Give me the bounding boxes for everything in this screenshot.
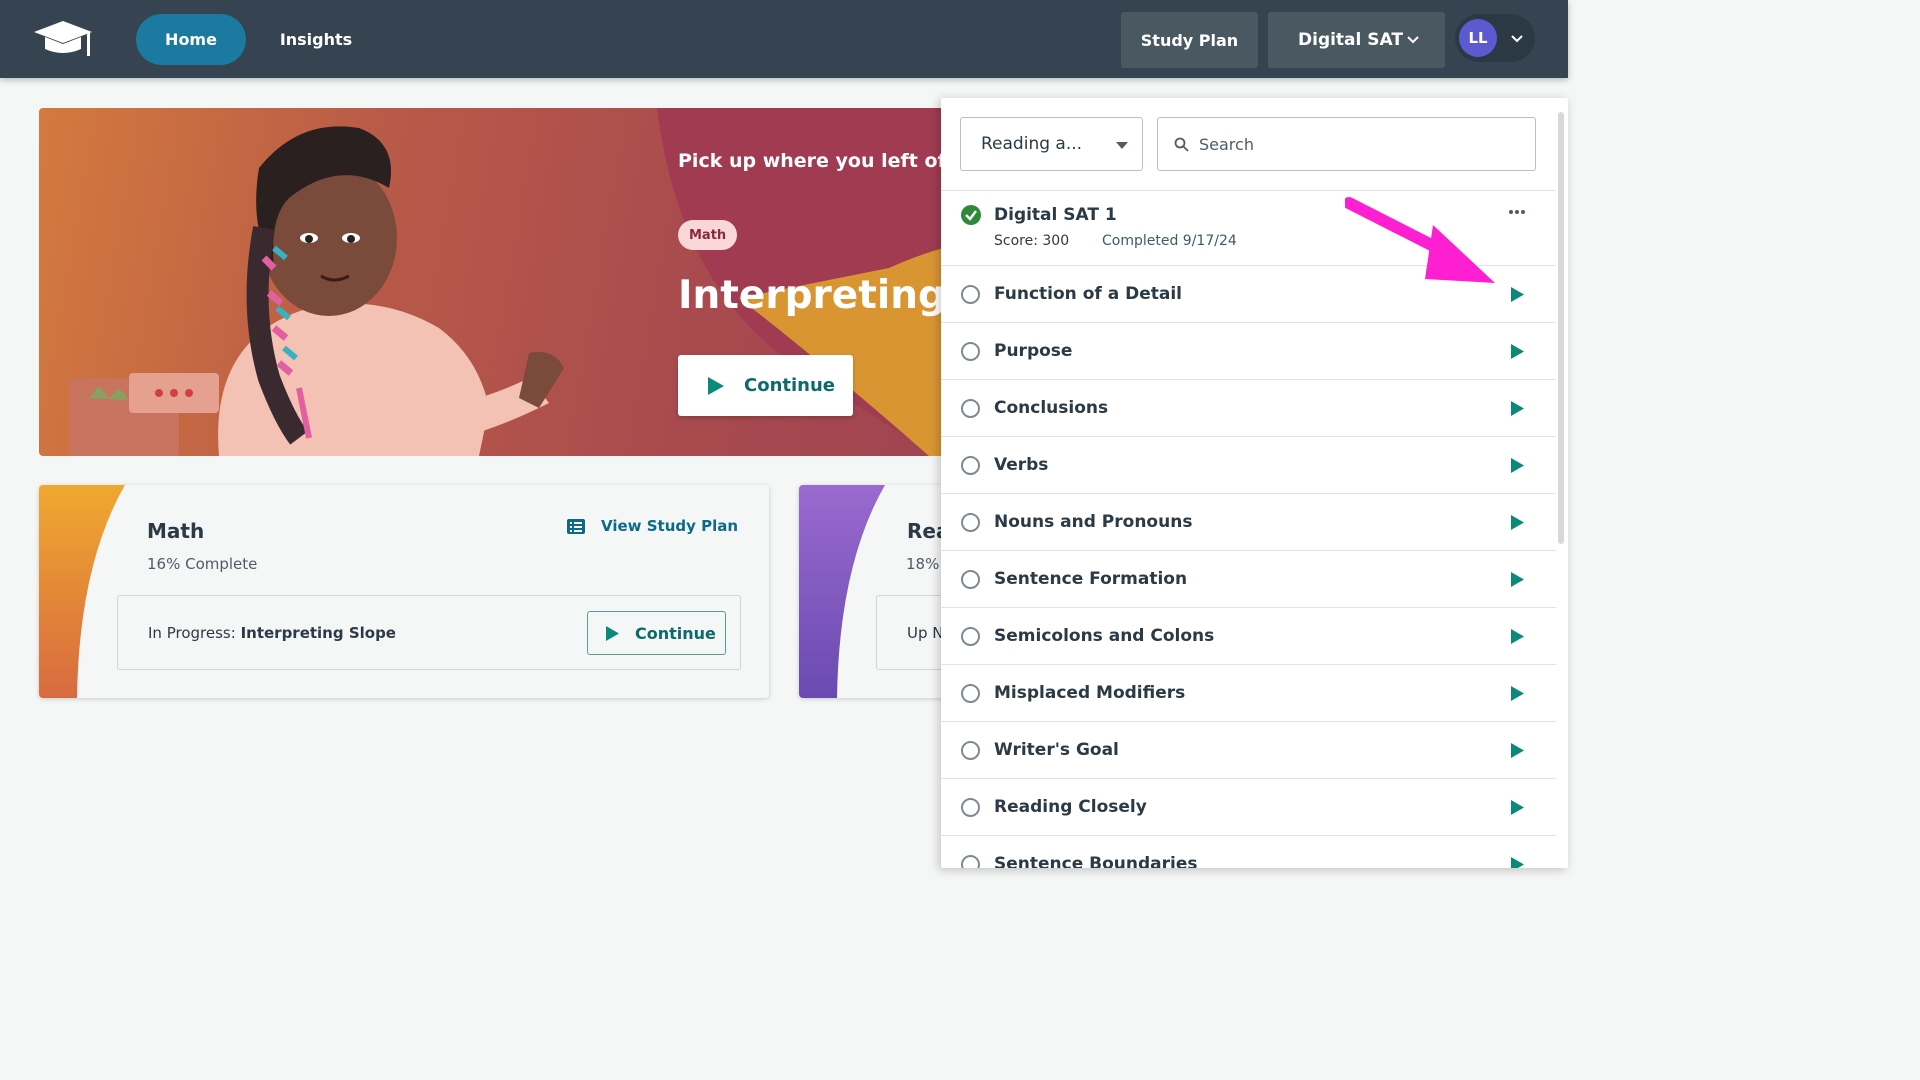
hero-continue-label: Continue xyxy=(744,375,836,396)
card-continue-label: Continue xyxy=(635,623,716,643)
play-icon[interactable] xyxy=(1511,514,1524,530)
chevron-down-icon xyxy=(1407,36,1419,44)
list-item-name: Purpose xyxy=(994,341,1073,361)
play-icon[interactable] xyxy=(1511,856,1524,869)
play-icon[interactable] xyxy=(1511,685,1524,701)
avatar: LL xyxy=(1459,19,1497,57)
list-item-name: Conclusions xyxy=(994,398,1109,418)
check-circle-icon xyxy=(961,205,981,225)
lesson-list: Digital SAT 1 Score: 300 Completed 9/17/… xyxy=(941,190,1556,868)
list-item[interactable]: Sentence Boundaries xyxy=(941,835,1556,868)
in-progress-text: In Progress: Interpreting Slope xyxy=(148,624,396,642)
more-options-icon[interactable] xyxy=(1507,209,1527,215)
empty-circle-icon xyxy=(961,455,980,475)
list-item-name: Misplaced Modifiers xyxy=(994,683,1186,703)
empty-circle-icon xyxy=(961,740,980,760)
list-item[interactable]: Writer's Goal xyxy=(941,721,1556,778)
list-item[interactable]: Verbs xyxy=(941,436,1556,493)
play-icon[interactable] xyxy=(1511,628,1524,644)
in-progress-box: In Progress: Interpreting Slope Continue xyxy=(117,595,741,670)
card-percent-complete: 16% Complete xyxy=(147,555,258,573)
empty-circle-icon xyxy=(961,341,980,361)
list-item-score: Score: 300 xyxy=(994,233,1070,249)
subject-chip: Math xyxy=(678,220,738,250)
play-icon[interactable] xyxy=(1511,343,1524,359)
empty-circle-icon xyxy=(961,854,980,868)
nav-home-tab[interactable]: Home xyxy=(136,14,246,65)
play-icon[interactable] xyxy=(1511,799,1524,815)
list-item[interactable]: Reading Closely xyxy=(941,778,1556,835)
in-progress-prefix: In Progress: xyxy=(148,624,236,642)
category-select-value: Reading a... xyxy=(981,134,1083,154)
empty-circle-icon xyxy=(961,797,980,817)
course-selector-label: Digital SAT xyxy=(1298,30,1403,50)
list-item-name: Verbs xyxy=(994,455,1049,475)
list-item-name: Digital SAT 1 xyxy=(994,205,1117,225)
card-title: Math xyxy=(147,519,205,543)
annotation-arrow-icon xyxy=(1345,197,1495,283)
view-study-plan-link[interactable]: View Study Plan xyxy=(567,517,738,535)
empty-circle-icon xyxy=(961,284,980,304)
up-next-text: Up N xyxy=(907,624,944,642)
list-item-name: Nouns and Pronouns xyxy=(994,512,1193,532)
empty-circle-icon xyxy=(961,398,980,418)
list-item[interactable]: Semicolons and Colons xyxy=(941,607,1556,664)
list-item[interactable]: Nouns and Pronouns xyxy=(941,493,1556,550)
play-icon[interactable] xyxy=(1511,571,1524,587)
list-item[interactable]: Misplaced Modifiers xyxy=(941,664,1556,721)
list-item-completed-date: Completed 9/17/24 xyxy=(1102,233,1237,249)
list-item-name: Sentence Formation xyxy=(994,569,1188,589)
study-plan-button[interactable]: Study Plan xyxy=(1121,12,1258,68)
play-icon[interactable] xyxy=(1511,457,1524,473)
play-icon xyxy=(606,625,619,641)
user-menu-button[interactable]: LL xyxy=(1455,14,1535,62)
course-selector-button[interactable]: Digital SAT xyxy=(1268,12,1445,68)
search-field[interactable] xyxy=(1157,117,1536,171)
caret-down-icon xyxy=(1116,142,1128,149)
hero-continue-button[interactable]: Continue xyxy=(678,355,853,416)
card-continue-button[interactable]: Continue xyxy=(587,611,726,655)
empty-circle-icon xyxy=(961,683,980,703)
search-input[interactable] xyxy=(1199,134,1519,154)
empty-circle-icon xyxy=(961,569,980,589)
view-study-plan-label: View Study Plan xyxy=(601,517,739,535)
list-item-name: Semicolons and Colons xyxy=(994,626,1215,646)
play-icon[interactable] xyxy=(1511,400,1524,416)
list-item-name: Sentence Boundaries xyxy=(994,854,1198,868)
hero-heading: Pick up where you left off... xyxy=(678,150,975,172)
list-item-name: Function of a Detail xyxy=(994,284,1182,304)
empty-circle-icon xyxy=(961,626,980,646)
list-item-name: Reading Closely xyxy=(994,797,1147,817)
list-item[interactable]: Purpose xyxy=(941,322,1556,379)
in-progress-topic: Interpreting Slope xyxy=(240,624,396,642)
play-icon[interactable] xyxy=(1511,286,1524,302)
chevron-down-icon xyxy=(1511,35,1523,43)
category-select[interactable]: Reading a... xyxy=(960,117,1143,171)
panel-scrollbar[interactable] xyxy=(1558,112,1564,544)
play-icon xyxy=(708,376,724,395)
list-icon xyxy=(567,518,585,534)
math-progress-card: Math 16% Complete View Study Plan In Pro… xyxy=(39,485,769,698)
card-percent-complete: 18% xyxy=(906,555,940,573)
empty-circle-icon xyxy=(961,512,980,532)
list-item[interactable]: Sentence Formation xyxy=(941,550,1556,607)
top-nav: Home Insights Study Plan Digital SAT LL xyxy=(0,0,1568,78)
graduation-cap-logo-icon[interactable] xyxy=(32,18,94,60)
search-icon xyxy=(1174,137,1189,152)
list-item-name: Writer's Goal xyxy=(994,740,1119,760)
nav-insights-tab[interactable]: Insights xyxy=(270,14,362,65)
student-illustration xyxy=(69,126,564,456)
play-icon[interactable] xyxy=(1511,742,1524,758)
list-item[interactable]: Conclusions xyxy=(941,379,1556,436)
